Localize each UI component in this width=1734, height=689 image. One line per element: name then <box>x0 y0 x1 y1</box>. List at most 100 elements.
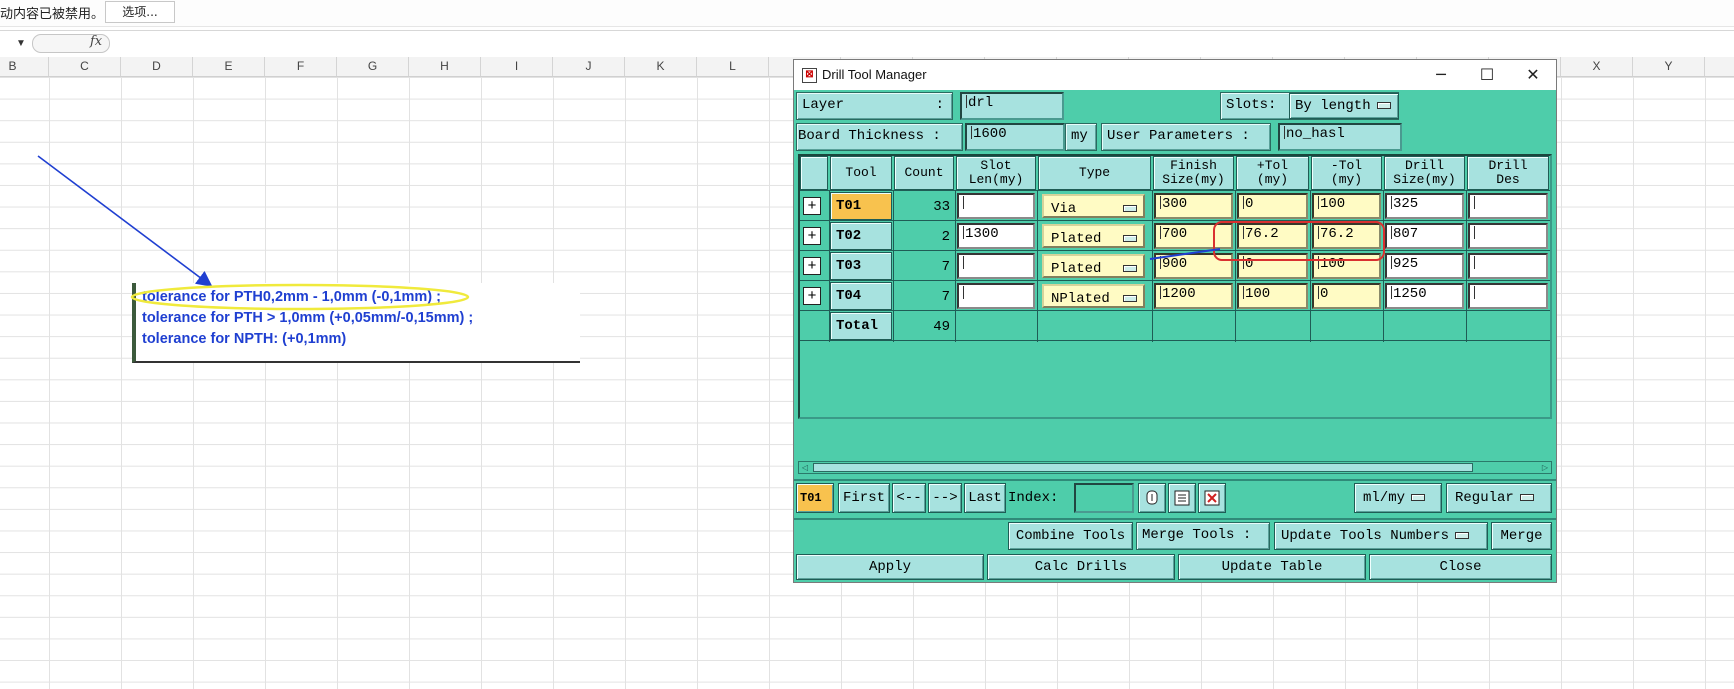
minus-tol-input-value: 100 <box>1320 196 1346 212</box>
drill-size-input[interactable]: 925 <box>1385 253 1464 279</box>
type-dropdown[interactable]: Plated <box>1042 224 1145 248</box>
column-header-ntol[interactable]: -Tol (my) <box>1311 156 1382 190</box>
fx-icon[interactable]: fx <box>90 34 102 49</box>
column-header[interactable]: E <box>193 57 265 76</box>
slot-length-input[interactable] <box>957 193 1035 219</box>
tool-cell[interactable]: T02 <box>830 222 892 250</box>
slot-length-input[interactable] <box>957 253 1035 279</box>
dropdown-indicator-icon <box>1123 265 1137 272</box>
prev-button[interactable]: <-- <box>892 483 926 513</box>
options-button[interactable]: 选项... <box>105 1 175 23</box>
window-titlebar[interactable]: ⊠ Drill Tool Manager ─ ☐ ✕ <box>794 60 1556 90</box>
plus-tol-input[interactable]: 76.2 <box>1237 223 1308 249</box>
minus-tol-input[interactable]: 0 <box>1312 283 1381 309</box>
units-dropdown[interactable]: ml/my <box>1354 483 1442 513</box>
minus-tol-input[interactable]: 100 <box>1312 253 1381 279</box>
tolerance-note[interactable]: tolerance for PTH0,2mm - 1,0mm (-0,1mm) … <box>132 283 580 363</box>
minus-tol-input[interactable]: 100 <box>1312 193 1381 219</box>
drill-des-input[interactable] <box>1468 223 1548 249</box>
expand-row-icon[interactable]: + <box>803 197 821 215</box>
tool-cell[interactable]: T03 <box>830 252 892 280</box>
first-button[interactable]: First <box>838 483 890 513</box>
combine-tools-button[interactable]: Combine Tools <box>1008 522 1133 550</box>
column-header[interactable]: I <box>481 57 553 76</box>
column-header-drill_size[interactable]: Drill Size(my) <box>1384 156 1465 190</box>
tools-table: Tool Count Slot Len(my) Type Finish Size(my) +T… <box>798 154 1552 419</box>
type-dropdown[interactable]: Via <box>1042 194 1145 218</box>
merge-button[interactable]: Merge <box>1491 522 1552 550</box>
table-hscrollbar[interactable]: ◁ ▷ <box>798 461 1552 474</box>
minimize-icon[interactable]: ─ <box>1418 60 1464 90</box>
plus-tol-input[interactable]: 0 <box>1237 193 1308 219</box>
expand-row-icon[interactable]: + <box>803 227 821 245</box>
column-header[interactable]: D <box>121 57 193 76</box>
tool-cell[interactable]: T01 <box>830 192 892 220</box>
slot-length-input[interactable]: 1300 <box>957 223 1035 249</box>
delete-icon[interactable] <box>1198 483 1226 513</box>
column-header-type[interactable]: Type <box>1038 156 1151 190</box>
column-header-count[interactable]: Count <box>894 156 954 190</box>
plus-tol-input[interactable]: 0 <box>1237 253 1308 279</box>
slots-value: By length <box>1295 98 1371 114</box>
grid-line <box>1310 190 1311 342</box>
column-header[interactable]: Y <box>1633 57 1705 76</box>
slot-length-input[interactable] <box>957 283 1035 309</box>
mode-dropdown[interactable]: Regular <box>1446 483 1552 513</box>
user-params-field[interactable]: no_hasl <box>1278 123 1402 151</box>
close-window-icon[interactable]: ✕ <box>1510 60 1556 90</box>
column-header[interactable]: F <box>265 57 337 76</box>
drill-des-input[interactable] <box>1468 253 1548 279</box>
column-header-slot_len[interactable]: Slot Len(my) <box>956 156 1036 190</box>
drill-size-input[interactable]: 1250 <box>1385 283 1464 309</box>
close-button[interactable]: Close <box>1369 554 1552 580</box>
finish-size-input[interactable]: 300 <box>1154 193 1233 219</box>
slots-dropdown[interactable]: By length <box>1289 93 1399 119</box>
last-button[interactable]: Last <box>964 483 1006 513</box>
next-button[interactable]: --> <box>928 483 962 513</box>
scroll-thumb[interactable] <box>813 463 1473 472</box>
column-header[interactable]: C <box>49 57 121 76</box>
update-table-button[interactable]: Update Table <box>1178 554 1366 580</box>
maximize-icon[interactable]: ☐ <box>1464 60 1510 90</box>
drill-size-input-value: 807 <box>1393 226 1419 242</box>
plus-tol-input[interactable]: 100 <box>1237 283 1308 309</box>
scroll-right-icon[interactable]: ▷ <box>1539 462 1551 473</box>
drill-size-input[interactable]: 325 <box>1385 193 1464 219</box>
finish-size-input[interactable]: 900 <box>1154 253 1233 279</box>
column-header[interactable]: B <box>0 57 49 76</box>
board-thickness-field[interactable]: 1600 <box>965 123 1065 151</box>
drill-size-input[interactable]: 807 <box>1385 223 1464 249</box>
type-dropdown[interactable]: NPlated <box>1042 284 1145 308</box>
column-header-expand[interactable] <box>800 156 828 190</box>
column-header[interactable]: L <box>697 57 769 76</box>
column-header-ptol[interactable]: +Tol (my) <box>1236 156 1309 190</box>
finish-size-input[interactable]: 700 <box>1154 223 1233 249</box>
column-header-tool[interactable]: Tool <box>830 156 892 190</box>
drill-des-input[interactable] <box>1468 283 1548 309</box>
locate-icon[interactable] <box>1138 483 1166 513</box>
calc-drills-button[interactable]: Calc Drills <box>987 554 1175 580</box>
expand-row-icon[interactable]: + <box>803 287 821 305</box>
header-line-1: Type <box>1078 165 1111 180</box>
column-header[interactable]: J <box>553 57 625 76</box>
index-field[interactable] <box>1074 483 1134 513</box>
save-icon[interactable] <box>1168 483 1196 513</box>
minus-tol-input[interactable]: 76.2 <box>1312 223 1381 249</box>
layer-field[interactable]: drl <box>960 92 1064 120</box>
column-header[interactable]: H <box>409 57 481 76</box>
finish-size-input[interactable]: 1200 <box>1154 283 1233 309</box>
column-header[interactable]: X <box>1561 57 1633 76</box>
column-header[interactable]: K <box>625 57 697 76</box>
expand-row-icon[interactable]: + <box>803 257 821 275</box>
column-header[interactable]: G <box>337 57 409 76</box>
drill-des-input[interactable] <box>1468 193 1548 219</box>
column-header-drill_des[interactable]: Drill Des <box>1467 156 1549 190</box>
tool-cell[interactable]: T04 <box>830 282 892 310</box>
type-dropdown[interactable]: Plated <box>1042 254 1145 278</box>
units-value: ml/my <box>1363 490 1406 506</box>
apply-button[interactable]: Apply <box>796 554 984 580</box>
name-box-dropdown-icon[interactable]: ▼ <box>16 38 26 49</box>
merge-tools-dropdown[interactable]: Update Tools Numbers <box>1274 522 1488 550</box>
scroll-left-icon[interactable]: ◁ <box>799 462 811 473</box>
column-header-finish[interactable]: Finish Size(my) <box>1153 156 1234 190</box>
